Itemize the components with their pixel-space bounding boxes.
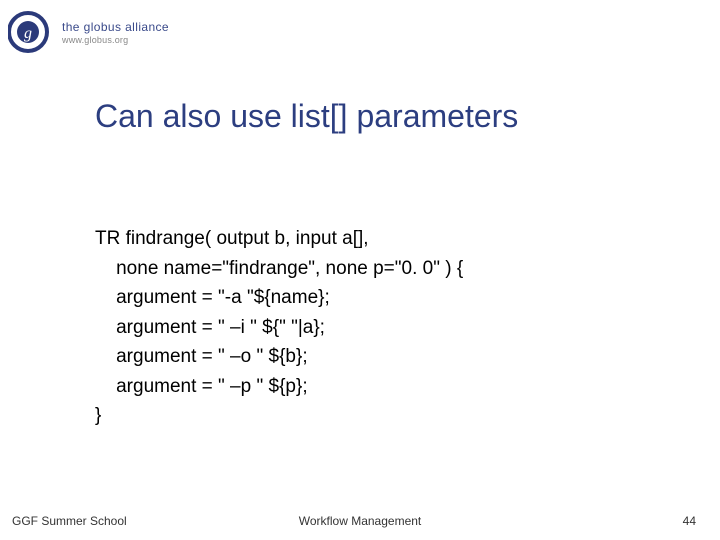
logo: g the globus alliance www.globus.org (8, 8, 169, 56)
svg-text:g: g (24, 25, 32, 42)
code-block: TR findrange( output b, input a[], none … (95, 195, 463, 431)
logo-url-text: www.globus.org (62, 35, 169, 45)
footer: GGF Summer School Workflow Management 44 (0, 514, 720, 528)
footer-left: GGF Summer School (12, 514, 127, 528)
code-line: argument = " –i " ${" "|a}; (95, 317, 325, 338)
logo-org-text: the globus alliance (62, 20, 169, 34)
code-line: argument = " –p " ${p}; (95, 376, 308, 397)
code-line: } (95, 405, 101, 426)
slide-number: 44 (683, 514, 696, 528)
code-line: argument = "-a "${name}; (95, 287, 330, 308)
page-title: Can also use list[] parameters (95, 98, 518, 135)
code-line: TR findrange( output b, input a[], (95, 228, 369, 249)
code-line: none name="findrange", none p="0. 0" ) { (95, 258, 463, 279)
globus-logo-icon: g (8, 8, 56, 56)
footer-center: Workflow Management (299, 514, 422, 528)
code-line: argument = " –o " ${b}; (95, 346, 308, 367)
